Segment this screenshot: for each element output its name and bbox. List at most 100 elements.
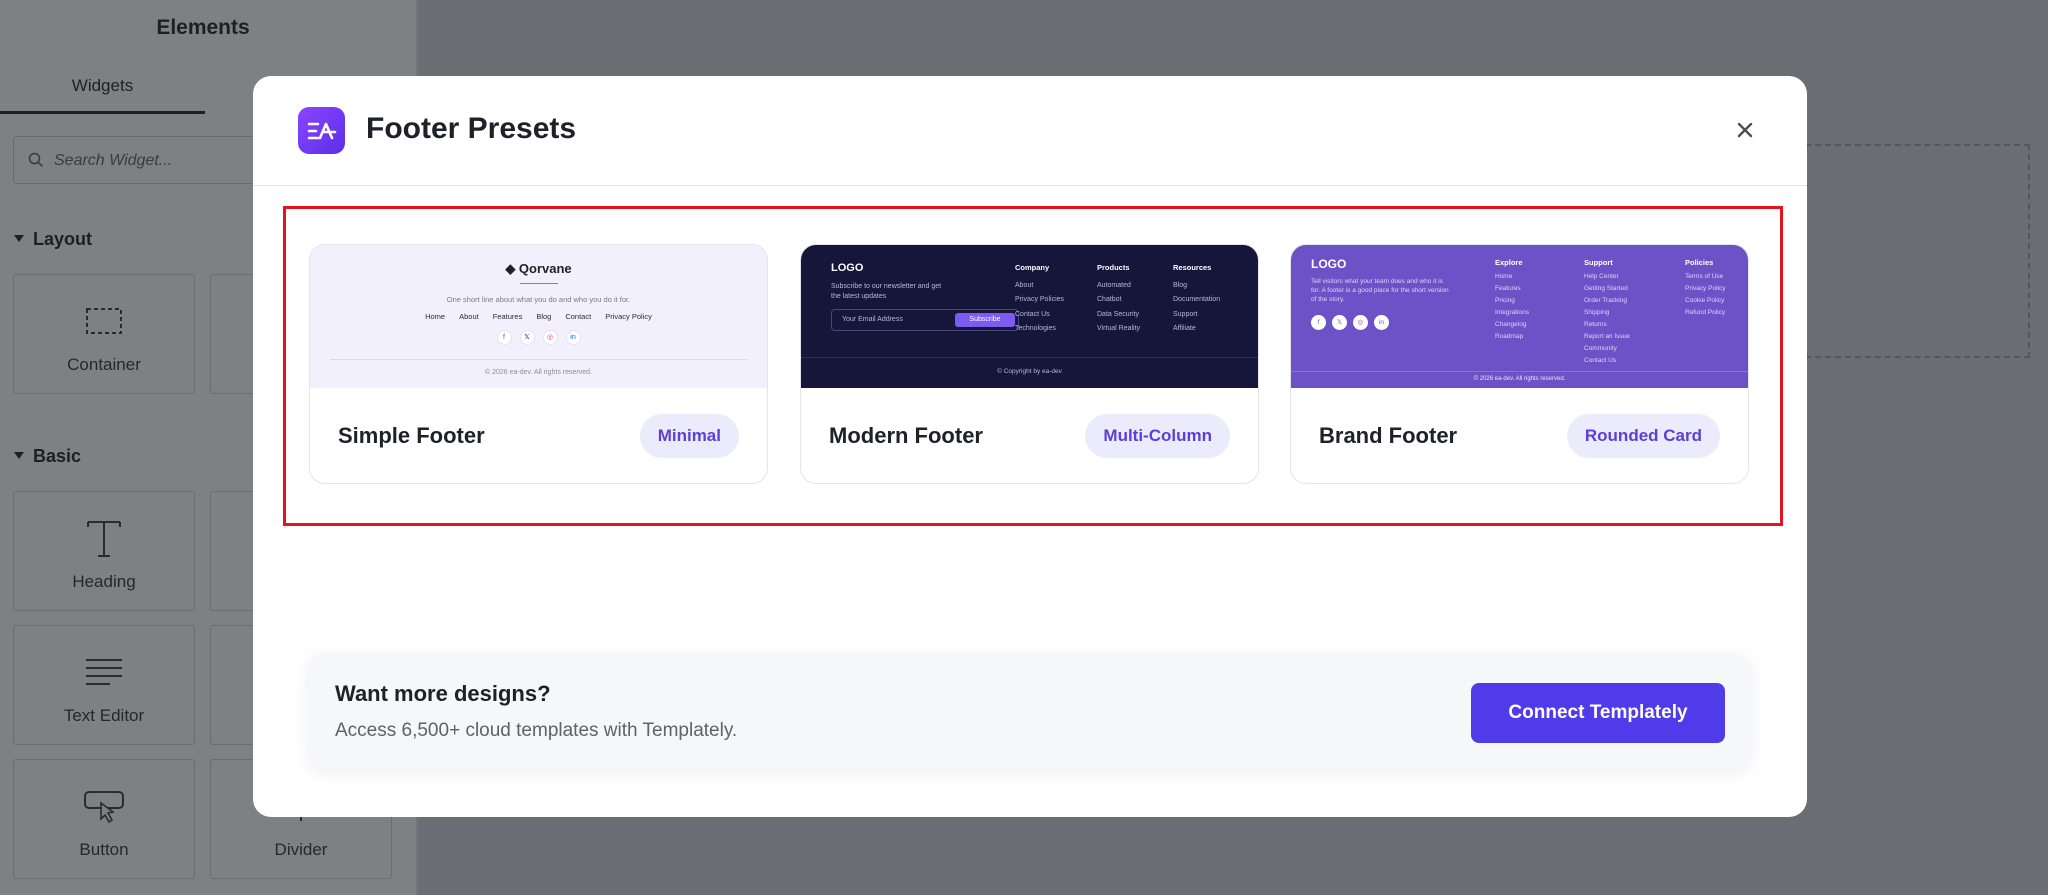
preview-divider (801, 357, 1258, 358)
instagram-icon: ◎ (542, 330, 558, 345)
column-link: Help Center (1584, 273, 1619, 280)
preset-card-modern-footer[interactable]: LOGO Subscribe to our newsletter and get… (800, 244, 1259, 484)
preset-preview: LOGO Tell visitors what your team does a… (1291, 245, 1748, 388)
preset-name: Simple Footer (338, 423, 485, 448)
preset-tag: Minimal (639, 414, 739, 458)
column-title: Support (1584, 258, 1613, 267)
x-icon: 𝕏 (1332, 315, 1347, 330)
preview-column: Resources Blog Documentation Support Aff… (1173, 261, 1220, 337)
preview-column: Support Help Center Getting Started Orde… (1584, 257, 1630, 367)
modal-header: Footer Presets (253, 76, 1807, 186)
column-link: Contact Us (1015, 310, 1050, 318)
widget-label: Container (67, 355, 141, 374)
widget-label: Button (79, 840, 129, 859)
facebook-icon: f (1311, 315, 1326, 330)
essential-addons-logo (298, 107, 345, 154)
widget-heading[interactable]: Heading (13, 491, 195, 611)
widget-text-editor[interactable]: Text Editor (13, 625, 195, 745)
column-link: Home (1495, 273, 1513, 280)
preview-copyright: © Copyright by ea-dev (997, 368, 1062, 375)
close-icon (1737, 122, 1753, 138)
column-link: Pricing (1495, 297, 1515, 304)
preset-tag: Rounded Card (1566, 414, 1720, 458)
column-title: Explore (1495, 258, 1523, 267)
connect-templately-button[interactable]: Connect Templately (1471, 683, 1725, 743)
column-link: Data Security (1097, 310, 1140, 318)
widget-label: Divider (274, 840, 328, 859)
preview-divider (1291, 371, 1748, 372)
preview-logo: LOGO (1311, 257, 1347, 271)
facebook-icon: f (496, 330, 512, 345)
column-link: Returns (1584, 321, 1607, 328)
container-icon (14, 299, 194, 343)
preview-tagline: One short line about what you do and who… (446, 295, 631, 304)
widget-container[interactable]: Container (13, 274, 195, 394)
preview-copyright: © 2026 ea-dev. All rights reserved. (485, 369, 592, 376)
preset-preview: LOGO Subscribe to our newsletter and get… (801, 245, 1258, 388)
column-link: About (1015, 281, 1034, 289)
nav-item: Privacy Policy (605, 312, 652, 321)
email-placeholder: Your Email Address (842, 316, 903, 323)
column-link: Community (1584, 345, 1617, 352)
preview-divider (330, 359, 747, 360)
brand-underline (520, 283, 558, 284)
preview-description: Tell visitors what your team does and wh… (1311, 278, 1449, 303)
widget-label: Heading (72, 572, 136, 591)
templately-promo: Want more designs? Access 6,500+ cloud t… (309, 654, 1750, 768)
preset-name: Modern Footer (829, 423, 983, 448)
section-label: Layout (33, 229, 93, 249)
preview-socials: f 𝕏 ◎ in (1311, 315, 1389, 330)
preview-brand: ◆ Qorvane (505, 261, 572, 276)
preset-preview: ◆ Qorvane One short line about what you … (310, 245, 767, 388)
column-title: Products (1097, 263, 1130, 272)
preview-column: Products Automated Chatbot Data Security… (1097, 261, 1140, 337)
column-link: Affiliate (1173, 325, 1196, 332)
nav-item: Blog (536, 312, 552, 321)
column-link: Shipping (1584, 309, 1610, 316)
panel-title: Elements (156, 16, 250, 39)
section-label: Basic (33, 446, 82, 466)
column-link: Privacy Policy (1685, 285, 1726, 292)
column-link: Integrations (1495, 309, 1529, 316)
column-link: Support (1173, 310, 1198, 318)
column-link: Terms of Use (1685, 273, 1724, 280)
button-icon (14, 784, 194, 828)
section-layout[interactable]: Layout (14, 229, 92, 250)
column-link: Getting Started (1584, 285, 1628, 292)
nav-item: Features (492, 312, 523, 321)
column-title: Company (1015, 263, 1050, 272)
column-link: Refund Policy (1685, 309, 1726, 316)
column-link: Automated (1097, 281, 1131, 289)
section-basic[interactable]: Basic (14, 446, 81, 467)
nav-item: Contact (565, 312, 592, 321)
column-link: Order Tracking (1584, 297, 1627, 304)
widget-button[interactable]: Button (13, 759, 195, 879)
preview-column: Policies Terms of Use Privacy Policy Coo… (1685, 257, 1725, 319)
instagram-icon: ◎ (1353, 315, 1368, 330)
preview-column: Company About Privacy Policies Contact U… (1015, 261, 1064, 337)
preview-socials: f 𝕏 ◎ in (310, 330, 767, 345)
column-link: Contact Us (1584, 357, 1617, 364)
linkedin-icon: in (565, 330, 581, 345)
preset-name: Brand Footer (1319, 423, 1458, 448)
nav-item: Home (425, 312, 446, 321)
close-button[interactable] (1731, 116, 1759, 144)
linkedin-icon: in (1374, 315, 1389, 330)
column-link: Report an Issue (1584, 333, 1630, 340)
column-link: Roadmap (1495, 333, 1524, 340)
promo-subtitle: Access 6,500+ cloud templates with Templ… (335, 720, 738, 741)
preview-subscribe-button: Subscribe (955, 313, 1015, 327)
preset-card-brand-footer[interactable]: LOGO Tell visitors what your team does a… (1290, 244, 1749, 484)
promo-title: Want more designs? (335, 681, 551, 706)
column-link: Cookie Policy (1685, 297, 1725, 304)
tab-widgets[interactable]: Widgets (0, 68, 205, 114)
column-link: Blog (1173, 281, 1188, 289)
nav-item: About (459, 312, 479, 321)
heading-icon (14, 516, 194, 560)
modal-title: Footer Presets (366, 112, 577, 145)
text-editor-icon (14, 650, 194, 694)
x-icon: 𝕏 (519, 330, 535, 345)
column-link: Documentation (1173, 296, 1221, 303)
preset-card-simple-footer[interactable]: ◆ Qorvane One short line about what you … (309, 244, 768, 484)
footer-presets-modal: Footer Presets ◆ Qorvane One short line … (253, 76, 1807, 817)
